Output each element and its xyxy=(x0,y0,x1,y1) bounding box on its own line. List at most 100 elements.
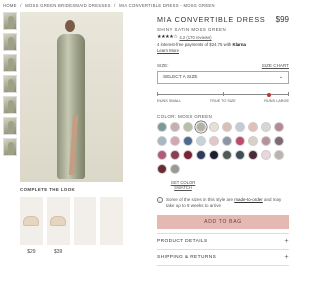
color-swatch[interactable] xyxy=(170,136,180,146)
complete-look-list: $29 $39 xyxy=(20,197,123,255)
color-swatch[interactable] xyxy=(209,150,219,160)
thumbnail[interactable] xyxy=(3,54,17,72)
product-title: Mia Convertible Dress xyxy=(157,15,266,24)
color-swatch[interactable] xyxy=(170,164,180,174)
color-swatch[interactable] xyxy=(261,136,271,146)
color-swatch[interactable] xyxy=(170,150,180,160)
color-swatch[interactable] xyxy=(235,150,245,160)
color-swatch[interactable] xyxy=(196,150,206,160)
note-text: Some of the sizes in this style are made… xyxy=(166,197,289,209)
color-swatch[interactable] xyxy=(274,122,284,132)
star-rating-icon: ★★★★☆ xyxy=(157,34,178,40)
size-select-value: Select a size xyxy=(163,75,198,80)
reviews-link[interactable]: 4.2 (170 reviews) xyxy=(179,35,211,40)
fit-labels: Runs small True to size Runs large xyxy=(157,99,289,103)
look-item[interactable]: $29 xyxy=(20,197,43,255)
get-color-swatch-link[interactable]: Get color swatch xyxy=(169,180,197,191)
color-swatch[interactable] xyxy=(248,150,258,160)
look-image[interactable] xyxy=(73,197,97,245)
size-chart-link[interactable]: Size chart xyxy=(262,63,289,68)
breadcrumb-category[interactable]: Moss Green Bridesmaid Dresses xyxy=(25,3,111,8)
look-item[interactable] xyxy=(73,197,97,255)
breadcrumb: Home / Moss Green Bridesmaid Dresses / M… xyxy=(3,3,217,8)
color-swatch[interactable] xyxy=(261,150,271,160)
model-head xyxy=(65,20,75,32)
shoe-icon xyxy=(50,216,67,226)
main-product-image[interactable] xyxy=(20,12,123,182)
product-subtitle: Shiny Satin Moss Green xyxy=(157,27,227,32)
color-label: Color: Moss Green xyxy=(157,114,213,119)
shoe-icon xyxy=(23,216,40,226)
thumbnail[interactable] xyxy=(3,96,17,114)
made-to-order-link[interactable]: made-to-order xyxy=(234,197,263,202)
learn-more-link[interactable]: Learn More xyxy=(157,48,289,53)
note-prefix: Some of the sizes in this style are xyxy=(166,196,235,202)
color-swatch[interactable] xyxy=(274,150,284,160)
color-swatch-grid xyxy=(157,122,289,174)
look-price: $39 xyxy=(53,249,63,255)
info-icon: i xyxy=(157,197,163,204)
accordion-label: Shipping & returns xyxy=(157,255,217,261)
klarna-text: 4 interest-free payments of $24.75 with … xyxy=(157,42,289,47)
breadcrumb-current: Mia Convertible Dress - Moss Green xyxy=(119,3,215,8)
color-swatch[interactable] xyxy=(222,122,232,132)
look-image[interactable] xyxy=(46,197,70,245)
breadcrumb-home[interactable]: Home xyxy=(3,3,17,8)
chevron-down-icon: ⌄ xyxy=(278,75,283,80)
breadcrumb-separator: / xyxy=(114,3,116,8)
color-swatch[interactable] xyxy=(196,122,206,132)
accordion-label: Product details xyxy=(157,239,208,245)
color-swatch[interactable] xyxy=(170,122,180,132)
size-row: Size: Size chart xyxy=(157,63,289,68)
thumbnail[interactable] xyxy=(3,12,17,30)
color-swatch[interactable] xyxy=(183,122,193,132)
add-to-bag-button[interactable]: Add to bag xyxy=(157,215,289,230)
color-swatch[interactable] xyxy=(196,136,206,146)
thumbnail[interactable] xyxy=(3,75,17,93)
fit-tick xyxy=(223,92,224,96)
color-swatch[interactable] xyxy=(222,136,232,146)
color-swatch[interactable] xyxy=(248,122,258,132)
color-swatch[interactable] xyxy=(183,150,193,160)
thumbnail[interactable] xyxy=(3,138,17,156)
color-swatch[interactable] xyxy=(209,136,219,146)
klarna-prefix: 4 interest-free payments of $24.75 with xyxy=(157,42,233,47)
fit-label-small: Runs small xyxy=(157,99,182,103)
size-select[interactable]: Select a size ⌄ xyxy=(157,71,289,84)
complete-the-look-title: Complete the look xyxy=(20,187,76,192)
fit-tick xyxy=(157,92,158,96)
color-swatch[interactable] xyxy=(261,122,271,132)
fit-scale: Runs small True to size Runs large xyxy=(157,92,289,106)
product-info: Mia Convertible Dress $99 Shiny Satin Mo… xyxy=(157,15,289,267)
plus-icon: + xyxy=(284,238,289,246)
color-swatch[interactable] xyxy=(248,136,258,146)
look-price: $29 xyxy=(27,249,36,255)
thumbnail-strip xyxy=(3,12,17,159)
breadcrumb-separator: / xyxy=(20,3,22,8)
color-swatch[interactable] xyxy=(222,150,232,160)
fit-label-true: True to size xyxy=(209,99,236,103)
color-swatch[interactable] xyxy=(157,122,167,132)
color-swatch[interactable] xyxy=(209,122,219,132)
color-swatch[interactable] xyxy=(235,122,245,132)
color-swatch[interactable] xyxy=(157,136,167,146)
accordion-shipping-returns[interactable]: Shipping & returns + xyxy=(157,250,289,267)
accordion: Product details + Shipping & returns + xyxy=(157,233,289,267)
color-swatch[interactable] xyxy=(183,136,193,146)
color-swatch[interactable] xyxy=(274,136,284,146)
product-price: $99 xyxy=(275,15,289,24)
look-image[interactable] xyxy=(20,197,43,245)
look-item[interactable] xyxy=(100,197,123,255)
look-image[interactable] xyxy=(100,197,123,245)
color-swatch[interactable] xyxy=(157,164,167,174)
fit-tick xyxy=(288,92,289,96)
accordion-product-details[interactable]: Product details + xyxy=(157,234,289,251)
fit-indicator xyxy=(267,92,272,97)
thumbnail[interactable] xyxy=(3,117,17,135)
made-to-order-note: i Some of the sizes in this style are ma… xyxy=(157,197,289,209)
title-row: Mia Convertible Dress $99 xyxy=(157,15,289,24)
color-swatch[interactable] xyxy=(157,150,167,160)
look-item[interactable]: $39 xyxy=(46,197,70,255)
color-swatch[interactable] xyxy=(235,136,245,146)
thumbnail[interactable] xyxy=(3,33,17,51)
